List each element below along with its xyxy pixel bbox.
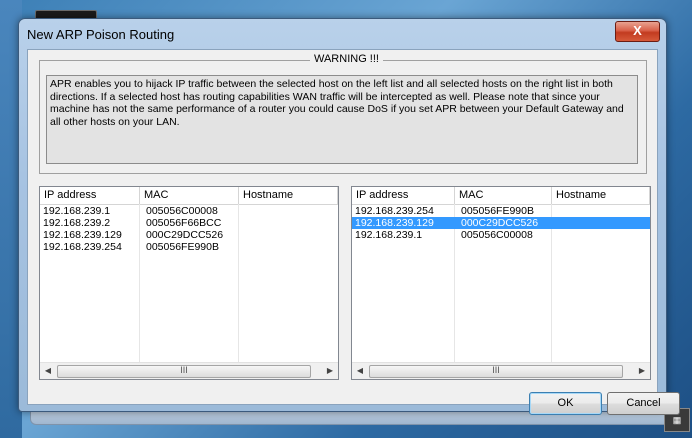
warning-legend: WARNING !!! (310, 53, 383, 65)
list-rows: 192.168.239.254 005056FE990B 192.168.239… (352, 205, 650, 241)
ip-cell: 192.168.239.129 (355, 217, 434, 229)
column-ip-address[interactable]: IP address (40, 187, 140, 204)
table-row[interactable]: 192.168.239.1 005056C00008 (352, 229, 650, 241)
close-icon: X (633, 23, 642, 38)
arrow-left-icon[interactable]: ◀ (352, 363, 368, 379)
mac-cell: 005056C00008 (146, 205, 218, 217)
hostname-cell (242, 217, 245, 229)
cancel-button[interactable]: Cancel (607, 392, 680, 415)
mac-cell: 005056FE990B (461, 205, 534, 217)
window-title: New ARP Poison Routing (27, 27, 175, 42)
list-header: IP address MAC Hostname (40, 187, 338, 205)
ok-button[interactable]: OK (529, 392, 602, 415)
column-mac[interactable]: MAC (455, 187, 552, 204)
hostname-cell (242, 241, 245, 253)
target-host-list[interactable]: IP address MAC Hostname 192.168.239.254 … (351, 186, 651, 380)
close-button[interactable]: X (615, 21, 660, 42)
ip-cell: 192.168.239.129 (43, 229, 122, 241)
arp-routing-dialog: New ARP Poison Routing X WARNING !!! APR… (18, 18, 680, 415)
mac-cell: 005056F66BCC (146, 217, 222, 229)
arrow-left-icon[interactable]: ◀ (40, 363, 56, 379)
mac-cell: 000C29DCC526 (146, 229, 224, 241)
table-row[interactable]: 192.168.239.254 005056FE990B (352, 205, 650, 217)
warning-group: WARNING !!! APR enables you to hijack IP… (39, 53, 647, 174)
column-hostname[interactable]: Hostname (552, 187, 650, 204)
list-header: IP address MAC Hostname (352, 187, 650, 205)
ip-cell: 192.168.239.2 (43, 217, 111, 229)
scroll-thumb[interactable]: III (369, 365, 623, 378)
dialog-client-area: WARNING !!! APR enables you to hijack IP… (27, 49, 680, 415)
mac-cell: 000C29DCC526 (461, 217, 539, 229)
hostname-cell (242, 205, 245, 217)
horizontal-scrollbar[interactable]: ◀ III ▶ (40, 362, 338, 379)
mac-cell: 005056C00008 (461, 229, 533, 241)
horizontal-scrollbar[interactable]: ◀ III ▶ (352, 362, 650, 379)
table-row-selected[interactable]: 192.168.239.129 000C29DCC526 (352, 217, 650, 229)
table-row[interactable]: 192.168.239.2 005056F66BCC (40, 217, 338, 229)
grip-icon: III (492, 365, 500, 375)
source-host-list[interactable]: IP address MAC Hostname 192.168.239.1 00… (39, 186, 339, 380)
hostname-cell (555, 229, 558, 241)
table-row[interactable]: 192.168.239.1 005056C00008 (40, 205, 338, 217)
mac-cell: 005056FE990B (146, 241, 219, 253)
grip-icon: III (180, 365, 188, 375)
hostname-cell (242, 229, 245, 241)
hostname-cell (555, 217, 558, 229)
column-hostname[interactable]: Hostname (239, 187, 338, 204)
ip-cell: 192.168.239.1 (43, 205, 111, 217)
scroll-thumb[interactable]: III (57, 365, 311, 378)
column-mac[interactable]: MAC (140, 187, 239, 204)
hostname-cell (555, 205, 558, 217)
title-bar: New ARP Poison Routing X (19, 19, 666, 49)
arrow-right-icon[interactable]: ▶ (634, 363, 650, 379)
list-rows: 192.168.239.1 005056C00008 192.168.239.2… (40, 205, 338, 253)
arrow-right-icon[interactable]: ▶ (322, 363, 338, 379)
ip-cell: 192.168.239.254 (355, 205, 434, 217)
ip-cell: 192.168.239.1 (355, 229, 423, 241)
table-row[interactable]: 192.168.239.129 000C29DCC526 (40, 229, 338, 241)
warning-text: APR enables you to hijack IP traffic bet… (46, 75, 638, 164)
ip-cell: 192.168.239.254 (43, 241, 122, 253)
column-ip-address[interactable]: IP address (352, 187, 455, 204)
table-row[interactable]: 192.168.239.254 005056FE990B (40, 241, 338, 253)
